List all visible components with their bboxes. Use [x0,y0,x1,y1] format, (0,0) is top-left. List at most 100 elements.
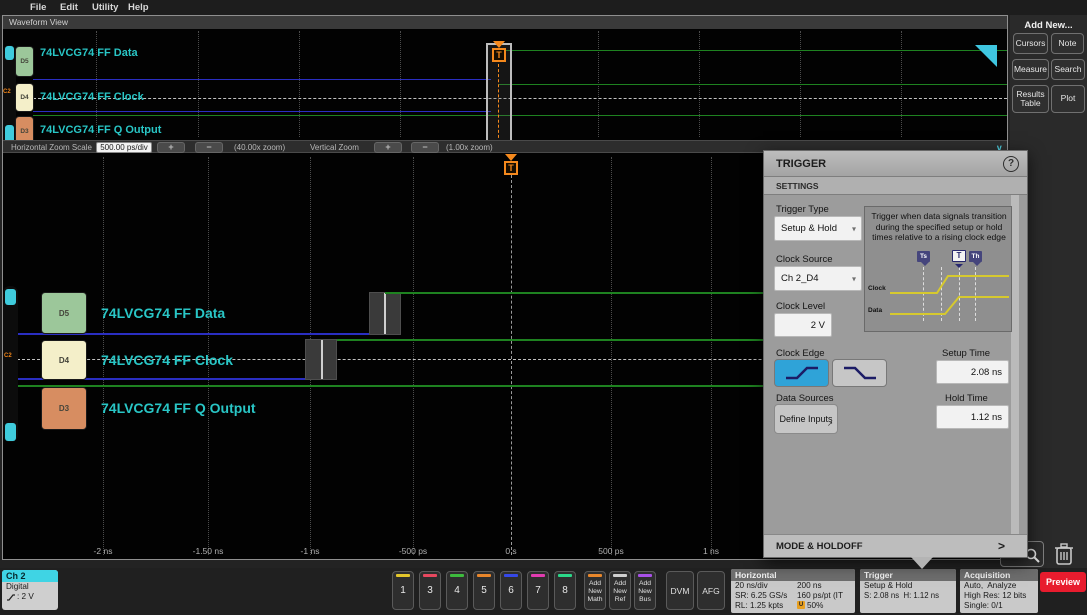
clock-edge-label: Clock Edge [776,348,825,359]
trigger-badge-values: S: 2.08 ns H: 1.12 ns [860,591,956,601]
menu-edit[interactable]: Edit [60,2,78,13]
channel-badge-d4[interactable]: D4 [41,340,87,380]
horizontal-badge[interactable]: Horizontal 20 ns/div200 ns SR: 6.25 GS/s… [731,569,855,613]
channel-group-handle[interactable] [3,286,18,442]
channel-badge-d5[interactable]: D5 [41,292,87,334]
channel-3-button[interactable]: 3 [419,571,441,610]
setup-time-value: 2.08 ns [971,367,1002,378]
plot-button[interactable]: Plot [1051,85,1085,113]
add-new-math-button[interactable]: AddNewMath [584,571,606,610]
channel-4-button[interactable]: 4 [446,571,468,610]
trigger-type-dropdown[interactable]: Setup & Hold ▾ [774,216,862,241]
channel-2-threshold: : 2 V [2,592,58,602]
dvm-button[interactable]: DVM [666,571,694,610]
clock-level-value: 2 V [811,320,825,331]
trigger-marker-badge[interactable]: T [492,48,506,62]
expand-icon: ↗ [827,419,833,430]
define-inputs-label: Define Inputs [779,414,832,425]
clock-source-dropdown[interactable]: Ch 2_D4 ▾ [774,266,862,291]
v-zoom-minus-button[interactable]: − [411,142,439,153]
note-button[interactable]: Note [1051,33,1084,54]
channel-1-button[interactable]: 1 [392,571,414,610]
clock-level-input[interactable]: 2 V [774,313,832,337]
measure-button[interactable]: Measure [1012,59,1049,80]
trigger-source-marker: C2 [3,89,11,95]
trigger-marker-badge[interactable]: T [504,161,518,175]
acquisition-badge-title: Acquisition [960,569,1038,581]
channel-color-stripe [477,574,491,577]
rising-edge-icon [782,363,822,383]
chevron-down-icon: ▾ [852,224,856,233]
setup-time-input[interactable]: 2.08 ns [936,360,1009,384]
v-zoom-plus-button[interactable]: + [374,142,402,153]
panel-scrollbar[interactable] [1011,195,1019,534]
trigger-info-box: Trigger when data signals transition dur… [864,206,1012,332]
trash-button[interactable] [1052,541,1078,567]
clock-edge-line [321,340,323,379]
data-edge-line [384,293,386,334]
overview-graticule[interactable]: T -80 ns -60 ns -40 ns -20 ns 0 s 20 ns … [3,29,1007,140]
afg-button[interactable]: AFG [697,571,725,610]
channel-label-q-output: 74LVCG74 FF Q Output [101,400,256,416]
add-new-title: Add New... [1010,20,1087,31]
channel-handle-bottom[interactable] [5,125,14,140]
h-zoom-scale-label: Horizontal Zoom Scale [11,143,92,152]
zoom-overview-icon[interactable] [975,45,997,67]
hold-time-input[interactable]: 1.12 ns [936,405,1009,429]
h-zoom-plus-button[interactable]: + [157,142,185,153]
channel-color-stripe [450,574,464,577]
define-inputs-button[interactable]: Define Inputs ↗ [774,404,838,434]
math-color-stripe [588,574,602,577]
add-new-bus-button[interactable]: AddNewBus [634,571,656,610]
h-zoom-scale-input[interactable]: 500.00 ps/div [96,142,152,153]
trigger-marker-arrow-icon[interactable] [505,154,517,161]
trash-icon [1052,541,1076,567]
cursors-button[interactable]: Cursors [1013,33,1048,54]
setup-time-label: Setup Time [942,348,990,359]
gridline [400,31,401,137]
channel-badge-d3[interactable]: D3 [41,387,87,430]
trigger-badge[interactable]: Trigger Setup & Hold S: 2.08 ns H: 1.12 … [860,569,956,613]
panel-pointer [911,557,933,569]
axis-tick: -500 ps [399,546,427,556]
rising-edge-button[interactable] [774,359,829,387]
search-button[interactable]: Search [1051,59,1085,80]
channel-6-button[interactable]: 6 [500,571,522,610]
channel-2-badge[interactable]: Ch 2 Digital : 2 V [2,570,58,610]
menu-help[interactable]: Help [128,2,149,13]
mode-holdoff-label: MODE & HOLDOFF [776,541,863,552]
channel-color-stripe [558,574,572,577]
h-zoom-minus-button[interactable]: − [195,142,223,153]
v-zoom-factor: (1.00x zoom) [446,143,493,152]
axis-tick: -2 ns [94,546,113,556]
gridline [198,31,199,137]
menu-utility[interactable]: Utility [92,2,118,13]
preview-button[interactable]: Preview [1040,572,1086,592]
channel-handle-bottom[interactable] [5,423,16,441]
axis-tick: -1 ns [301,546,320,556]
channel-badge-d5[interactable]: D5 [15,46,34,77]
tab-settings[interactable]: SETTINGS [764,177,1027,195]
results-table-button[interactable]: Results Table [1012,85,1049,113]
channel-handle-top[interactable] [5,46,14,60]
channel-handle-top[interactable] [5,289,16,305]
menu-file[interactable]: File [30,2,46,13]
channel-badge-d3[interactable]: D3 [15,116,34,140]
channel-8-button[interactable]: 8 [554,571,576,610]
trigger-info-line: during the specified setup or hold [865,222,1013,233]
trigger-badge-title: Trigger [860,569,956,581]
add-new-ref-button[interactable]: AddNewRef [609,571,631,610]
channel-badge-d4[interactable]: D4 [15,83,34,112]
clock-low-segment [33,111,491,112]
acquisition-badge[interactable]: Acquisition Auto, Analyze High Res: 12 b… [960,569,1038,613]
help-icon[interactable]: ? [1003,156,1019,172]
center-gridline [511,175,512,555]
bus-color-stripe [638,574,652,577]
mode-holdoff-section[interactable]: MODE & HOLDOFF > [764,534,1027,557]
falling-edge-button[interactable] [832,359,887,387]
trigger-marker-arrow-icon[interactable] [493,41,505,48]
trigger-panel-title: TRIGGER [764,151,1027,177]
channel-5-button[interactable]: 5 [473,571,495,610]
data-sources-label: Data Sources [776,393,834,404]
channel-7-button[interactable]: 7 [527,571,549,610]
